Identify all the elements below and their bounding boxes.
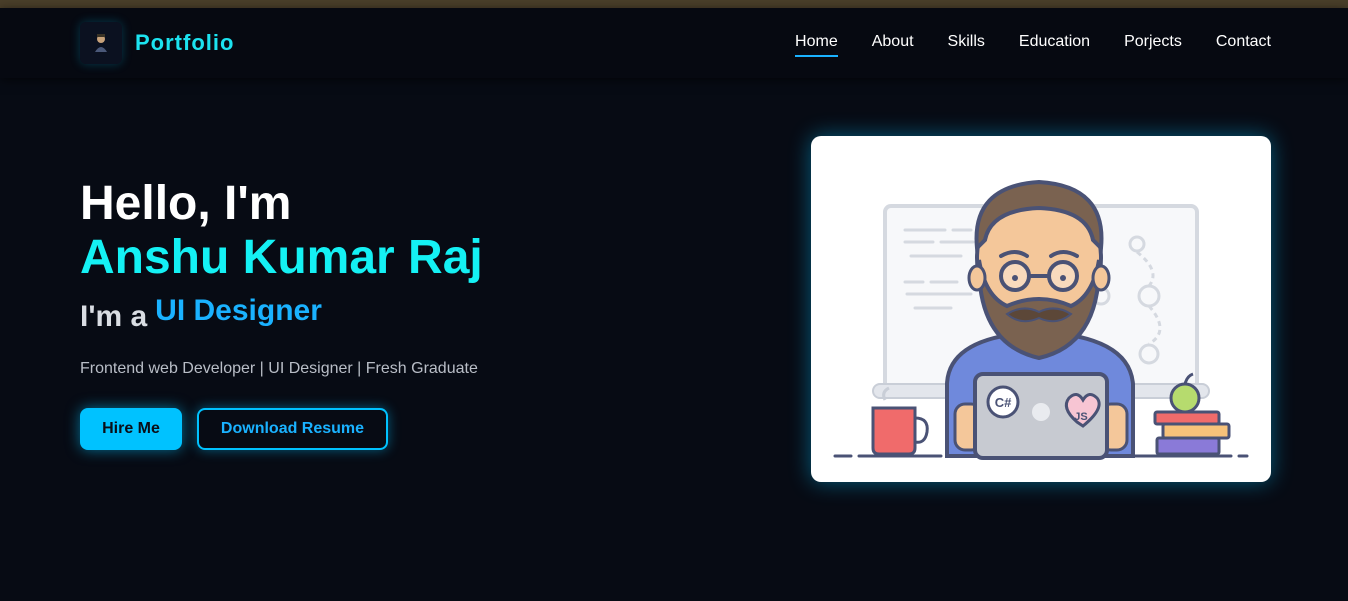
hire-me-button[interactable]: Hire Me <box>80 408 182 450</box>
hero-description: Frontend web Developer | UI Designer | F… <box>80 360 478 377</box>
csharp-label: C# <box>995 395 1012 410</box>
developer-illustration: C# JS <box>833 179 1249 460</box>
nav-home[interactable]: Home <box>795 33 838 57</box>
nav-about[interactable]: About <box>872 33 914 55</box>
role-prefix: I'm a <box>80 300 148 333</box>
nav-education[interactable]: Education <box>1019 33 1090 55</box>
logo-avatar[interactable] <box>80 22 122 64</box>
logo-text[interactable]: Portfolio <box>135 30 234 56</box>
nav-links: Home About Skills Education Porjects Con… <box>795 33 1271 57</box>
hero-role: I'm a UI Designer <box>80 294 322 334</box>
role-highlight: UI Designer <box>155 294 322 327</box>
hero-greeting: Hello, I'm <box>80 177 292 230</box>
hero-name: Anshu Kumar Raj <box>80 231 483 284</box>
nav-projects[interactable]: Porjects <box>1124 33 1182 55</box>
avatar-icon <box>80 22 122 64</box>
hero-illustration-card: C# JS <box>811 136 1271 482</box>
js-label: JS <box>1074 411 1087 423</box>
download-resume-button[interactable]: Download Resume <box>197 408 388 450</box>
top-strip <box>0 0 1348 8</box>
nav-contact[interactable]: Contact <box>1216 33 1271 55</box>
nav-skills[interactable]: Skills <box>948 33 985 55</box>
navbar: Portfolio Home About Skills Education Po… <box>0 8 1348 78</box>
